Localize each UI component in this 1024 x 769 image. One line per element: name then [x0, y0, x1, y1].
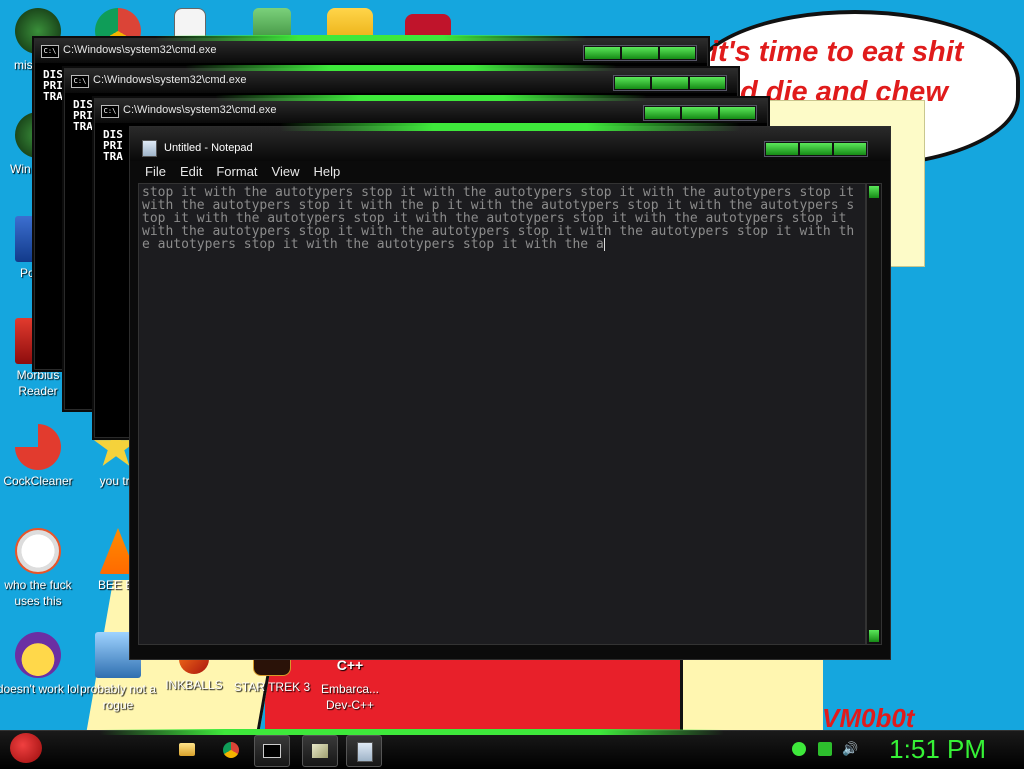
taskbar: 🔊 1:51 PM: [0, 727, 1024, 769]
taskbar-clock[interactable]: 1:51 PM: [889, 734, 986, 765]
close-button[interactable]: [834, 143, 866, 155]
desktop-icon[interactable]: [230, 8, 314, 38]
desktop-icon-label: INKBALLS: [165, 678, 223, 692]
cmd-icon: C:\: [101, 105, 119, 118]
minimize-button[interactable]: [615, 77, 651, 89]
cards-icon: [174, 8, 206, 38]
cmd-icon: C:\: [71, 75, 89, 88]
desktop: it's time to eat shit d die and chew VM0…: [0, 0, 1024, 730]
desktop-icon[interactable]: who the fuck uses this: [0, 528, 80, 609]
desktop-icon-label: STAR TREK 3: [233, 680, 311, 694]
cmd-icon: [263, 744, 281, 758]
taskbar-cmd[interactable]: [254, 735, 290, 767]
text-caret: [603, 238, 605, 251]
folder-icon: [179, 743, 195, 756]
taskbar-explorer[interactable]: [170, 735, 204, 765]
windows-icon: [312, 744, 328, 758]
taskbar-windows[interactable]: [302, 735, 338, 767]
vertical-scrollbar[interactable]: [866, 183, 882, 645]
window-controls[interactable]: [613, 75, 727, 91]
close-button[interactable]: [719, 107, 755, 119]
editor-content: stop it with the autotypers stop it with…: [142, 185, 855, 252]
desktop-icon-label: Embarca... Dev-C++: [320, 682, 380, 712]
ccleaner-icon: [15, 424, 61, 470]
tray-network-icon[interactable]: [792, 742, 806, 756]
text-editor[interactable]: stop it with the autotypers stop it with…: [138, 183, 866, 645]
cmd-icon: C:\: [41, 45, 59, 58]
window-title: C:\Windows\system32\cmd.exe: [93, 74, 247, 86]
maximize-button[interactable]: [622, 47, 658, 59]
window-titlebar[interactable]: C:\ C:\Windows\system32\cmd.exe: [95, 95, 767, 123]
wallpaper-signature: VM0b0t: [822, 703, 915, 730]
menu-view[interactable]: View: [265, 163, 307, 181]
desktop-icon-label: CockCleaner: [3, 474, 73, 488]
scroll-down-button[interactable]: [869, 630, 879, 642]
desktop-icon-label: probably not a rogue: [79, 682, 157, 712]
maximize-button[interactable]: [682, 107, 718, 119]
minimize-button[interactable]: [766, 143, 798, 155]
lightning-icon: [15, 528, 61, 574]
window-controls[interactable]: [764, 141, 868, 157]
close-button[interactable]: [689, 77, 725, 89]
notepad-icon: [357, 742, 373, 762]
pig-icon: [327, 8, 373, 38]
volume-icon[interactable]: 🔊: [842, 742, 858, 756]
desktop-icon-label: who the fuck uses this: [4, 578, 72, 608]
window-title: C:\Windows\system32\cmd.exe: [63, 44, 217, 56]
taskbar-notepad[interactable]: [346, 735, 382, 767]
window-controls[interactable]: [583, 45, 697, 61]
menu-edit[interactable]: Edit: [173, 163, 209, 181]
close-button[interactable]: [659, 47, 695, 59]
desktop-icon[interactable]: CockCleaner: [0, 424, 80, 489]
window-title: Untitled - Notepad: [164, 142, 253, 154]
scroll-up-button[interactable]: [869, 186, 879, 198]
chrome-icon: [95, 8, 141, 38]
menu-file[interactable]: File: [138, 163, 173, 181]
notepad-icon: [142, 140, 157, 157]
window-titlebar[interactable]: C:\ C:\Windows\system32\cmd.exe: [35, 35, 707, 63]
menu-help[interactable]: Help: [306, 163, 347, 181]
window-controls[interactable]: [643, 105, 757, 121]
minimize-button[interactable]: [585, 47, 621, 59]
yahoo-messenger-icon: [15, 632, 61, 678]
window-titlebar[interactable]: C:\ C:\Windows\system32\cmd.exe: [65, 65, 737, 93]
bubble-text-line1: it's time to eat shit: [710, 36, 964, 68]
desktop-icon[interactable]: [308, 8, 392, 38]
menu-bar: File Edit Format View Help: [138, 163, 882, 181]
maximize-button[interactable]: [800, 143, 832, 155]
notepad-window[interactable]: Untitled - Notepad File Edit Format View…: [129, 123, 891, 660]
desktop-icon[interactable]: [148, 8, 232, 38]
minimize-button[interactable]: [645, 107, 681, 119]
shield-icon: [253, 8, 291, 38]
tray-monitor-icon[interactable]: [818, 742, 832, 756]
chrome-icon: [223, 742, 239, 758]
window-title: C:\Windows\system32\cmd.exe: [123, 104, 277, 116]
taskbar-chrome[interactable]: [214, 735, 248, 765]
menu-format[interactable]: Format: [209, 163, 264, 181]
desktop-icon-label: doesn't work lol: [0, 682, 80, 696]
angry-bird-icon: [10, 733, 42, 763]
maximize-button[interactable]: [652, 77, 688, 89]
window-titlebar[interactable]: Untitled - Notepad: [130, 123, 890, 161]
desktop-icon[interactable]: doesn't work lol: [0, 632, 80, 697]
start-button[interactable]: [6, 727, 46, 767]
